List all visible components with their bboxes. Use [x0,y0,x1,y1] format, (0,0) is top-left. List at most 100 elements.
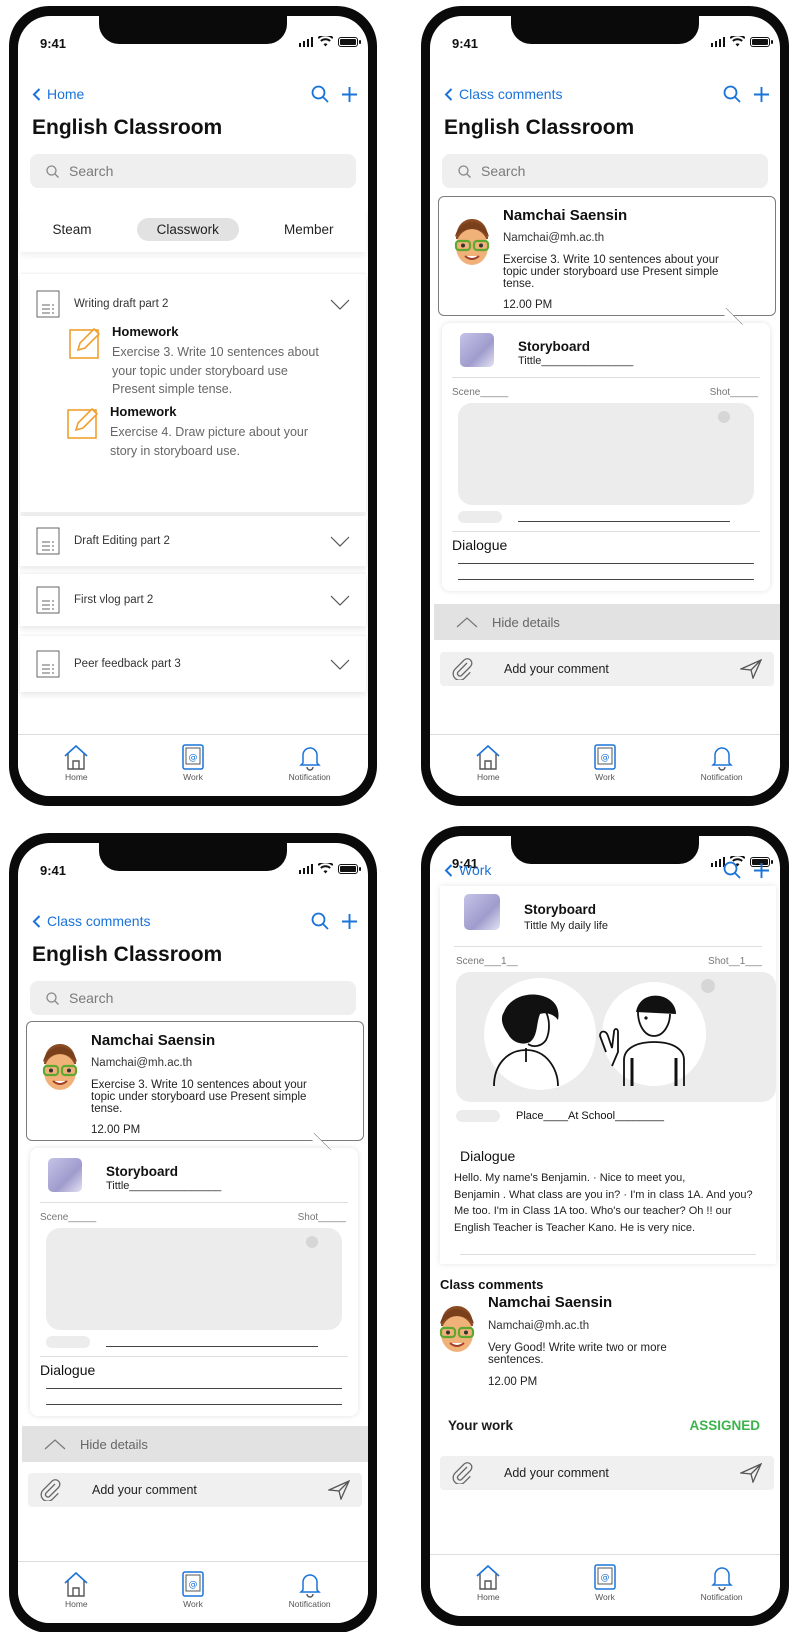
tabbar-home[interactable]: Home [36,1570,116,1609]
chevron-left-icon [32,914,41,928]
avatar [454,219,490,265]
chevron-left-icon [32,87,41,101]
page-title: English Classroom [444,116,635,139]
status-badge: ASSIGNED [689,1418,760,1433]
work-icon: @ [182,1571,204,1597]
paperclip-icon[interactable] [452,1462,474,1484]
comment-input[interactable]: Add your comment [28,1473,362,1507]
home-icon [476,1564,500,1590]
scene-drawing-area[interactable] [458,403,754,505]
search-icon[interactable] [723,861,741,879]
back-label: Work [459,862,492,878]
paperclip-icon[interactable] [452,658,474,680]
hide-details-button[interactable]: Hide details [22,1426,368,1462]
chevron-down-icon[interactable] [330,595,350,606]
homework-item[interactable]: Homework Exercise 4. Draw picture about … [66,404,308,460]
homework-icon [67,407,99,439]
home-icon [64,744,88,770]
topic-card[interactable]: Draft Editing part 2 [20,516,366,566]
signal-icon [710,36,725,47]
screen: 9:41 Class comments English Classroom Se… [430,16,780,796]
signal-icon [298,863,313,874]
comment-input[interactable]: Add your comment [440,1456,774,1490]
back-button[interactable]: Class comments [444,86,562,102]
wifi-icon [318,863,333,874]
tabbar-notification[interactable]: Notification [682,1563,762,1602]
tabbar-home[interactable]: Home [448,1563,528,1602]
comment-card: Namchai Saensin Namchai@mh.ac.th Exercis… [438,196,776,316]
tabbar-notification[interactable]: Notification [270,1570,350,1609]
tab-classwork[interactable]: Classwork [136,217,239,241]
document-icon [36,290,60,318]
work-icon: @ [182,744,204,770]
send-icon[interactable] [328,1480,350,1500]
page-title: English Classroom [32,943,223,966]
page-title: English Classroom [32,116,223,139]
tab-steam[interactable]: Steam [33,218,112,241]
comment-input[interactable]: Add your comment [440,652,774,686]
scene-label: Scene_____ [40,1212,97,1223]
send-icon[interactable] [740,659,762,679]
tabbar-work[interactable]: @ Work [153,1570,233,1609]
storyboard-card: Storyboard Tittle_______________ Scene__… [30,1148,358,1416]
topic-header[interactable]: Draft Editing part 2 [36,516,350,566]
search-icon[interactable] [311,85,329,103]
chevron-down-icon[interactable] [330,659,350,670]
tabbar-work[interactable]: @ Work [565,743,645,782]
storyboard-card: Storyboard Tittle_______________ Scene__… [442,323,770,591]
add-icon[interactable] [753,86,770,103]
tabbar-home[interactable]: Home [448,743,528,782]
topic-card[interactable]: Peer feedback part 3 [20,636,366,692]
hide-details-button[interactable]: Hide details [434,604,780,640]
scene-drawing-area[interactable] [46,1228,342,1330]
topic-title: Peer feedback part 3 [74,658,181,670]
tab-member[interactable]: Member [264,218,354,241]
tabbar-home[interactable]: Home [36,743,116,782]
tabbar-notification[interactable]: Notification [682,743,762,782]
tabbar-work[interactable]: @ Work [565,1563,645,1602]
topic-header[interactable]: First vlog part 2 [36,574,350,626]
paperclip-icon[interactable] [40,1479,62,1501]
add-icon[interactable] [753,862,770,879]
bottom-tab-bar: Home @ Work Notification [430,1554,780,1616]
comment-placeholder: Add your comment [92,1483,197,1497]
navbar: Class comments [444,82,770,106]
back-button[interactable]: Class comments [32,913,150,929]
comment-time: 12.00 PM [91,1124,141,1136]
storyboard-tittle: Tittle My daily life [524,920,608,932]
phone-class-comments-2: 9:41 Class comments English Classroom Se… [9,833,377,1632]
phone-class-comments: 9:41 Class comments English Classroom Se… [421,6,789,806]
back-button[interactable]: Home [32,86,84,102]
topic-card[interactable]: Writing draft part 2 Homework Exercise 3… [20,274,366,512]
search-icon [458,164,471,178]
commenter-name: Namchai Saensin [503,207,628,224]
send-icon[interactable] [740,1463,762,1483]
search-input[interactable]: Search [442,154,768,188]
scene-drawing[interactable] [456,972,776,1102]
topic-header[interactable]: Writing draft part 2 [36,280,350,328]
comment-text: Exercise 3. Write 10 sentences about you… [503,254,719,290]
storyboard-tittle: Tittle_______________ [106,1180,222,1192]
svg-text:@: @ [188,1580,197,1590]
homework-text: Exercise 3. Write 10 sentences about you… [112,345,319,396]
back-button[interactable]: Work [444,862,491,878]
battery-icon [338,36,361,47]
search-icon[interactable] [723,85,741,103]
comment-time: 12.00 PM [503,299,553,311]
tabbar-work[interactable]: @ Work [153,743,233,782]
add-icon[interactable] [341,913,358,930]
chevron-down-icon[interactable] [330,299,350,310]
chevron-up-icon [44,1438,66,1449]
search-input[interactable]: Search [30,154,356,188]
homework-item[interactable]: Homework Exercise 3. Write 10 sentences … [68,324,319,399]
search-input[interactable]: Search [30,981,356,1015]
topic-header[interactable]: Peer feedback part 3 [36,636,350,692]
tabbar-notification[interactable]: Notification [270,743,350,782]
add-icon[interactable] [341,86,358,103]
home-icon [64,1571,88,1597]
avatar [439,1306,475,1352]
comment-text: Exercise 3. Write 10 sentences about you… [91,1079,307,1115]
topic-card[interactable]: First vlog part 2 [20,574,366,626]
chevron-down-icon[interactable] [330,536,350,547]
search-icon[interactable] [311,912,329,930]
